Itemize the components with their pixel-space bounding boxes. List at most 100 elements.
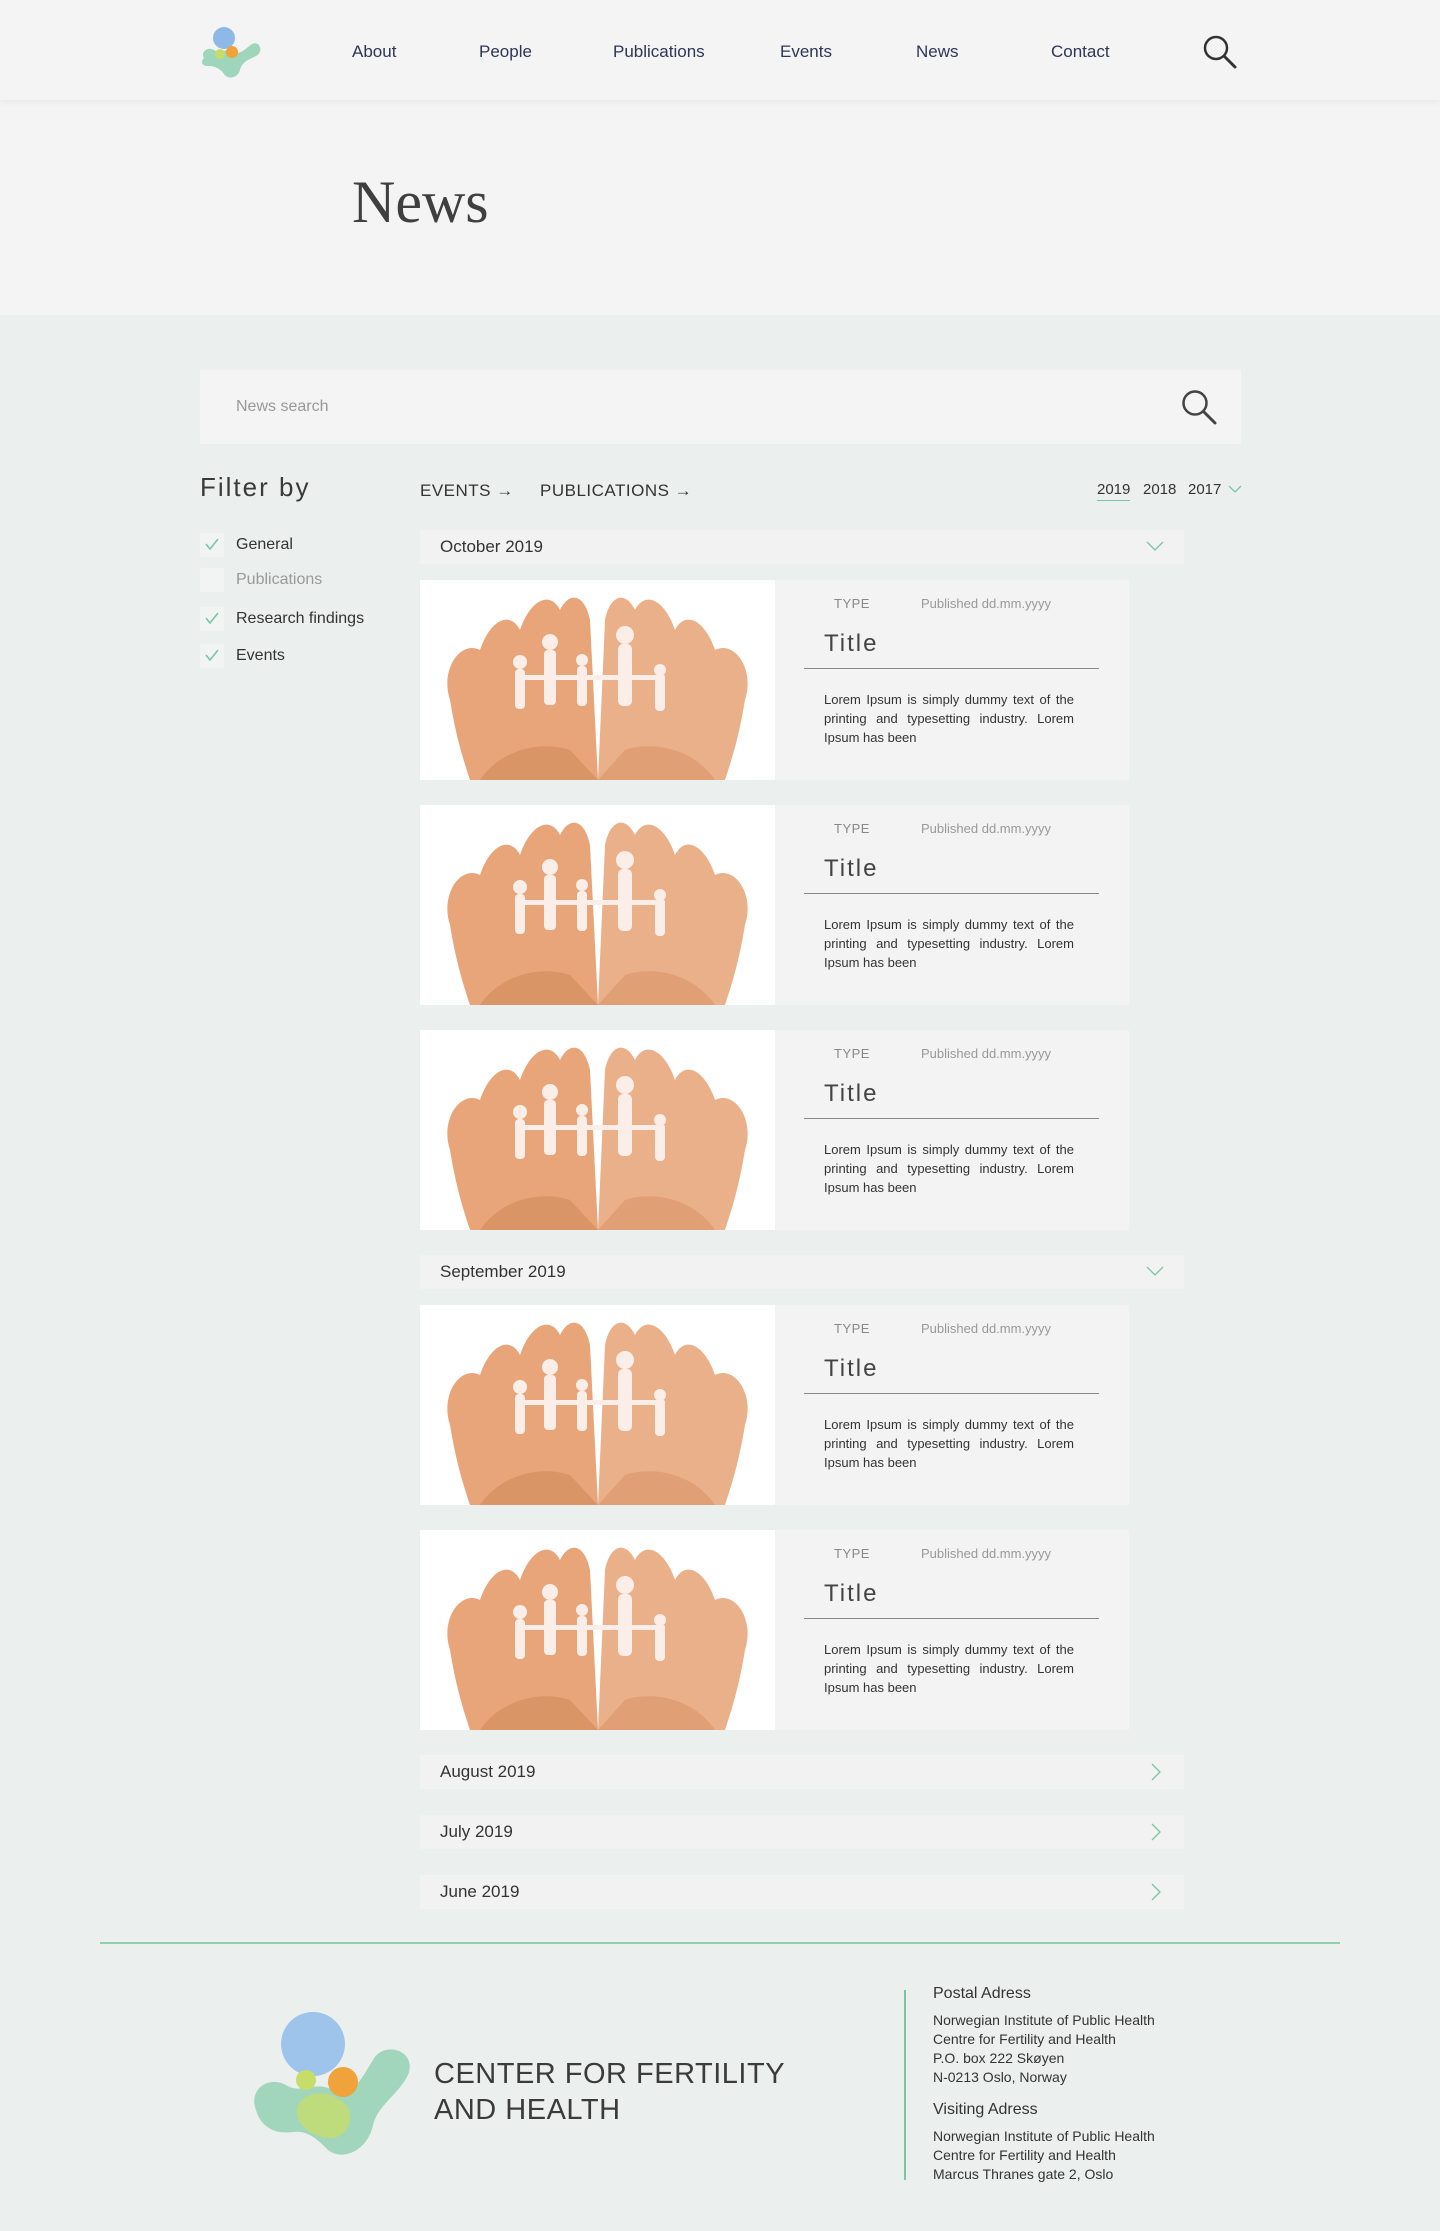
news-title[interactable]: Title [824,855,878,883]
checkbox[interactable] [200,533,224,557]
divider [804,1618,1099,1619]
news-excerpt: Lorem Ipsum is simply dummy text of the … [824,1142,1074,1195]
news-card[interactable]: TYPE Published dd.mm.yyyy Title Lorem Ip… [420,580,1129,780]
news-card-body: TYPE Published dd.mm.yyyy Title Lorem Ip… [775,1030,1129,1230]
news-type: TYPE [834,596,870,611]
month-label: June 2019 [440,1882,520,1901]
news-search-bar [200,370,1241,444]
hands-family-image-icon [420,580,775,780]
month-july-2019[interactable]: July 2019 [420,1815,1184,1849]
nav-people[interactable]: People [479,42,532,62]
hands-family-image-icon [420,1030,775,1230]
news-card[interactable]: TYPE Published dd.mm.yyyy Title Lorem Ip… [420,1305,1129,1505]
news-card[interactable]: TYPE Published dd.mm.yyyy Title Lorem Ip… [420,1030,1129,1230]
month-label: September 2019 [440,1262,566,1281]
divider [804,668,1099,669]
hands-family-image-icon [420,1305,775,1505]
nav-publications[interactable]: Publications [613,42,705,62]
news-image [420,1305,775,1505]
news-image [420,1030,775,1230]
news-date: Published dd.mm.yyyy [921,1546,1052,1561]
news-type: TYPE [834,821,870,836]
org-name-line1: CENTER FOR FERTILITY [434,2058,786,2090]
postal-address-heading: Postal Adress [933,1985,1031,2002]
news-excerpt: Lorem Ipsum is simply dummy text of the … [824,917,1074,970]
filter-label: General [236,536,293,553]
news-card-body: TYPE Published dd.mm.yyyy Title Lorem Ip… [775,1530,1129,1730]
month-label: July 2019 [440,1822,513,1841]
year-2019[interactable]: 2019 [1097,481,1131,501]
postal-address-line: Centre for Fertility and Health [933,2031,1116,2047]
month-october-2019[interactable]: October 2019 [420,530,1184,564]
arrow-right-icon: → [674,481,693,500]
checkbox[interactable] [200,568,224,592]
check-icon [205,538,219,551]
chevron-right-icon [1151,1883,1161,1901]
filter-research-findings[interactable]: Research findings [200,607,400,631]
nav-contact[interactable]: Contact [1051,42,1110,62]
filter-events[interactable]: Events [200,644,400,668]
news-image [420,1530,775,1730]
chevron-down-icon [1146,541,1164,551]
news-date: Published dd.mm.yyyy [921,596,1052,611]
news-card[interactable]: TYPE Published dd.mm.yyyy Title Lorem Ip… [420,805,1129,1005]
divider [804,893,1099,894]
nav-events[interactable]: Events [780,42,832,62]
footer-divider [100,1942,1340,1944]
news-image [420,580,775,780]
events-link-label: EVENTS [420,481,492,500]
visiting-address-line: Marcus Thranes gate 2, Oslo [933,2166,1114,2182]
nav-news[interactable]: News [916,42,959,62]
postal-address-line: N-0213 Oslo, Norway [933,2069,1067,2085]
news-type: TYPE [834,1321,870,1336]
chevron-down-icon[interactable] [1228,484,1242,494]
search-icon[interactable] [1202,34,1238,70]
month-label: October 2019 [440,537,544,556]
news-title[interactable]: Title [824,630,878,658]
check-icon [205,649,219,662]
news-card-body: TYPE Published dd.mm.yyyy Title Lorem Ip… [775,1305,1129,1505]
filter-label: Publications [236,571,323,588]
chevron-down-icon [1146,1266,1164,1276]
nav-about[interactable]: About [352,42,396,62]
filter-publications[interactable]: Publications [200,568,400,592]
checkbox[interactable] [200,607,224,631]
month-august-2019[interactable]: August 2019 [420,1755,1184,1789]
news-title[interactable]: Title [824,1080,878,1108]
events-link[interactable]: EVENTS → [420,481,514,501]
publications-link[interactable]: PUBLICATIONS → [540,481,692,501]
checkbox[interactable] [200,644,224,668]
year-2017[interactable]: 2017 [1188,481,1221,498]
postal-address-line: P.O. box 222 Skøyen [933,2050,1065,2066]
news-type: TYPE [834,1046,870,1061]
publications-link-label: PUBLICATIONS [540,481,670,500]
filter-label: Research findings [236,610,365,627]
news-date: Published dd.mm.yyyy [921,1046,1052,1061]
news-card[interactable]: TYPE Published dd.mm.yyyy Title Lorem Ip… [420,1530,1129,1730]
site-header: About People Publications Events News Co… [0,0,1440,100]
search-button-icon[interactable] [1180,388,1218,426]
month-september-2019[interactable]: September 2019 [420,1255,1184,1289]
news-excerpt: Lorem Ipsum is simply dummy text of the … [824,1642,1074,1695]
filter-label: Events [236,647,285,664]
filter-general[interactable]: General [200,533,400,557]
news-type: TYPE [834,1546,870,1561]
visiting-address-line: Norwegian Institute of Public Health [933,2128,1155,2144]
month-label: August 2019 [440,1762,536,1781]
chevron-right-icon [1151,1763,1161,1781]
visiting-address-line: Centre for Fertility and Health [933,2147,1116,2163]
search-input[interactable] [200,370,1160,444]
check-icon [205,612,219,625]
arrow-right-icon: → [496,481,514,500]
news-title[interactable]: Title [824,1580,878,1608]
news-date: Published dd.mm.yyyy [921,821,1052,836]
hands-family-image-icon [420,805,775,1005]
year-2018[interactable]: 2018 [1143,481,1176,498]
news-card-body: TYPE Published dd.mm.yyyy Title Lorem Ip… [775,805,1129,1005]
news-date: Published dd.mm.yyyy [921,1321,1052,1336]
month-june-2019[interactable]: June 2019 [420,1875,1184,1909]
postal-address-line: Norwegian Institute of Public Health [933,2012,1155,2028]
logo-icon[interactable] [248,2010,414,2160]
news-image [420,805,775,1005]
news-title[interactable]: Title [824,1355,878,1383]
